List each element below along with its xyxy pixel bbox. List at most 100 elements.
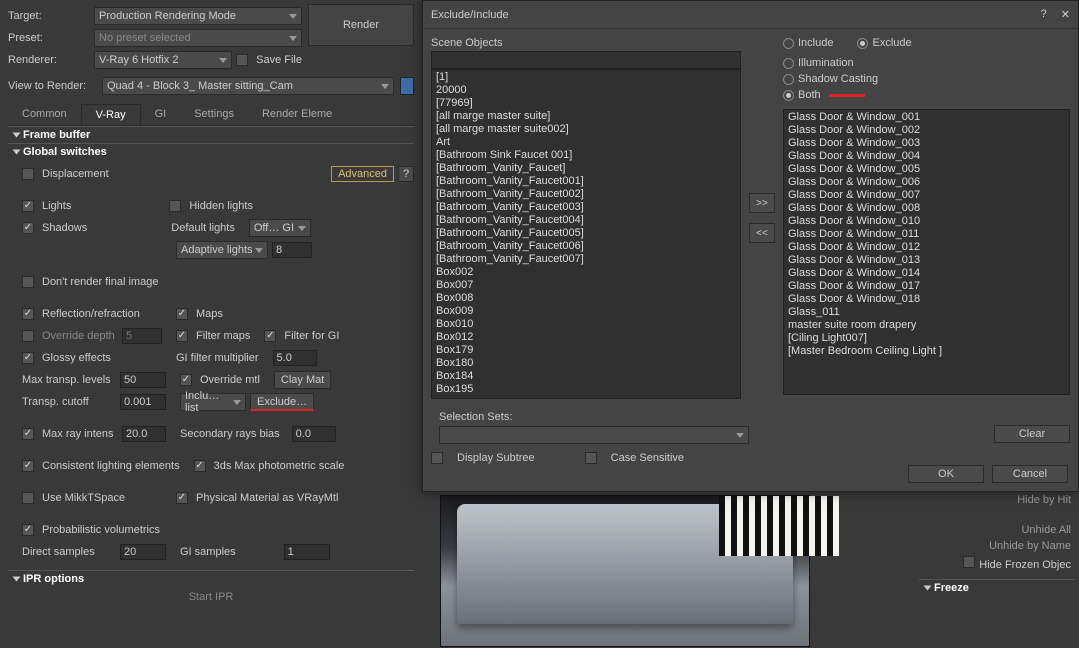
- filter-maps-checkbox[interactable]: [176, 330, 188, 342]
- list-item[interactable]: Glass Door & Window_004: [786, 150, 1067, 163]
- transp-cutoff-spinner[interactable]: 0.001: [120, 394, 166, 410]
- list-item[interactable]: [Bathroom_Vanity_Faucet004]: [434, 214, 738, 227]
- glossy-checkbox[interactable]: [22, 352, 34, 364]
- dont-render-checkbox[interactable]: [22, 276, 34, 288]
- shadows-checkbox[interactable]: [22, 222, 34, 234]
- list-item[interactable]: Glass Door & Window_003: [786, 137, 1067, 150]
- list-item[interactable]: [Bathroom_Vanity_Faucet001]: [434, 175, 738, 188]
- list-item[interactable]: [Bathroom_Vanity_Faucet006]: [434, 240, 738, 253]
- gi-filter-spinner[interactable]: 5.0: [273, 350, 317, 366]
- both-radio[interactable]: Both: [783, 89, 1070, 101]
- secondary-ray-spinner[interactable]: 0.0: [292, 426, 336, 442]
- close-icon[interactable]: ✕: [1061, 8, 1070, 21]
- move-right-button[interactable]: >>: [749, 193, 775, 213]
- list-item[interactable]: [all marge master suite]: [434, 110, 738, 123]
- render-button[interactable]: Render: [308, 4, 414, 46]
- consistent-lighting-checkbox[interactable]: [22, 460, 34, 472]
- unhide-all[interactable]: Unhide All: [919, 522, 1075, 538]
- max-ray-spinner[interactable]: 20.0: [122, 426, 166, 442]
- display-subtree-checkbox[interactable]: [431, 452, 443, 464]
- global-switches-rollout[interactable]: Global switches: [8, 143, 414, 160]
- maps-checkbox[interactable]: [176, 308, 188, 320]
- override-depth-checkbox[interactable]: [22, 330, 34, 342]
- cancel-button[interactable]: Cancel: [992, 465, 1068, 483]
- adaptive-lights-dropdown[interactable]: Adaptive lights: [176, 241, 268, 259]
- list-item[interactable]: [Bathroom Sink Faucet 001]: [434, 149, 738, 162]
- list-item[interactable]: Box180: [434, 357, 738, 370]
- tab-common[interactable]: Common: [8, 104, 81, 125]
- search-input[interactable]: [431, 51, 741, 69]
- list-item[interactable]: Box010: [434, 318, 738, 331]
- help-button[interactable]: ?: [398, 166, 414, 182]
- list-item[interactable]: Box195: [434, 383, 738, 396]
- max-ray-checkbox[interactable]: [22, 428, 34, 440]
- preset-dropdown[interactable]: No preset selected: [94, 29, 302, 47]
- advanced-toggle[interactable]: Advanced: [331, 166, 394, 182]
- list-item[interactable]: [1]: [434, 71, 738, 84]
- list-item[interactable]: Glass Door & Window_006: [786, 176, 1067, 189]
- list-item[interactable]: Box009: [434, 305, 738, 318]
- list-item[interactable]: Box008: [434, 292, 738, 305]
- max-transp-spinner[interactable]: 50: [120, 372, 166, 388]
- photometric-checkbox[interactable]: [194, 460, 206, 472]
- adaptive-lights-spinner[interactable]: 8: [272, 242, 312, 258]
- list-item[interactable]: Glass Door & Window_001: [786, 111, 1067, 124]
- list-item[interactable]: [all marge master suite002]: [434, 123, 738, 136]
- lights-checkbox[interactable]: [22, 200, 34, 212]
- list-item[interactable]: Art: [434, 136, 738, 149]
- hidden-lights-checkbox[interactable]: [169, 200, 181, 212]
- tab-vray[interactable]: V-Ray: [81, 104, 141, 125]
- help-icon[interactable]: ?: [1041, 8, 1047, 21]
- mikktspace-checkbox[interactable]: [22, 492, 34, 504]
- list-item[interactable]: [77969]: [434, 97, 738, 110]
- framebuffer-rollout[interactable]: Frame buffer: [8, 126, 414, 143]
- list-item[interactable]: 20000: [434, 84, 738, 97]
- clay-mat-button[interactable]: Clay Mat: [274, 371, 331, 389]
- direct-samples-spinner[interactable]: 20: [120, 544, 166, 560]
- list-item[interactable]: [Bathroom_Vanity_Faucet002]: [434, 188, 738, 201]
- view-dropdown[interactable]: Quad 4 - Block 3_ Master sitting_Cam: [102, 77, 394, 95]
- lock-view-button[interactable]: [400, 77, 414, 95]
- physical-mtl-checkbox[interactable]: [176, 492, 188, 504]
- start-ipr-button[interactable]: Start IPR: [8, 587, 414, 607]
- default-lights-dropdown[interactable]: Off… GI: [249, 219, 311, 237]
- illumination-radio[interactable]: Illumination: [783, 57, 1070, 69]
- tab-settings[interactable]: Settings: [180, 104, 248, 125]
- target-dropdown[interactable]: Production Rendering Mode: [94, 7, 302, 25]
- shadow-radio[interactable]: Shadow Casting: [783, 73, 1070, 85]
- probabilistic-checkbox[interactable]: [22, 524, 34, 536]
- list-item[interactable]: Box012: [434, 331, 738, 344]
- list-item[interactable]: Glass Door & Window_008: [786, 202, 1067, 215]
- hide-frozen-checkbox[interactable]: [963, 556, 975, 568]
- list-item[interactable]: [Bathroom_Vanity_Faucet003]: [434, 201, 738, 214]
- include-list-dropdown[interactable]: Inclu… list: [180, 393, 246, 411]
- list-item[interactable]: Glass Door & Window_017: [786, 280, 1067, 293]
- excluded-list[interactable]: Glass Door & Window_001Glass Door & Wind…: [783, 109, 1070, 395]
- exclude-button[interactable]: Exclude…: [250, 393, 314, 411]
- list-item[interactable]: [Master Bedroom Ceiling Light ]: [786, 345, 1067, 358]
- exclude-radio[interactable]: Exclude: [857, 37, 911, 49]
- override-depth-spinner[interactable]: 5: [122, 328, 162, 344]
- list-item[interactable]: master suite room drapery: [786, 319, 1067, 332]
- renderer-dropdown[interactable]: V-Ray 6 Hotfix 2: [94, 51, 232, 69]
- list-item[interactable]: Glass Door & Window_013: [786, 254, 1067, 267]
- hide-by-hit[interactable]: Hide by Hit: [919, 492, 1075, 508]
- list-item[interactable]: [Ciling Light007]: [786, 332, 1067, 345]
- case-sensitive-checkbox[interactable]: [585, 452, 597, 464]
- list-item[interactable]: Glass_011: [786, 306, 1067, 319]
- list-item[interactable]: [Bathroom_Vanity_Faucet]: [434, 162, 738, 175]
- gi-samples-spinner[interactable]: 1: [284, 544, 330, 560]
- list-item[interactable]: [Bathroom_Vanity_Faucet007]: [434, 253, 738, 266]
- ok-button[interactable]: OK: [908, 465, 984, 483]
- list-item[interactable]: Box179: [434, 344, 738, 357]
- include-radio[interactable]: Include: [783, 37, 833, 49]
- list-item[interactable]: Glass Door & Window_014: [786, 267, 1067, 280]
- list-item[interactable]: Glass Door & Window_018: [786, 293, 1067, 306]
- list-item[interactable]: Glass Door & Window_002: [786, 124, 1067, 137]
- list-item[interactable]: Glass Door & Window_010: [786, 215, 1067, 228]
- list-item[interactable]: Box002: [434, 266, 738, 279]
- selection-sets-dropdown[interactable]: [439, 426, 749, 444]
- list-item[interactable]: Glass Door & Window_011: [786, 228, 1067, 241]
- savefile-checkbox[interactable]: [236, 54, 248, 66]
- list-item[interactable]: Glass Door & Window_007: [786, 189, 1067, 202]
